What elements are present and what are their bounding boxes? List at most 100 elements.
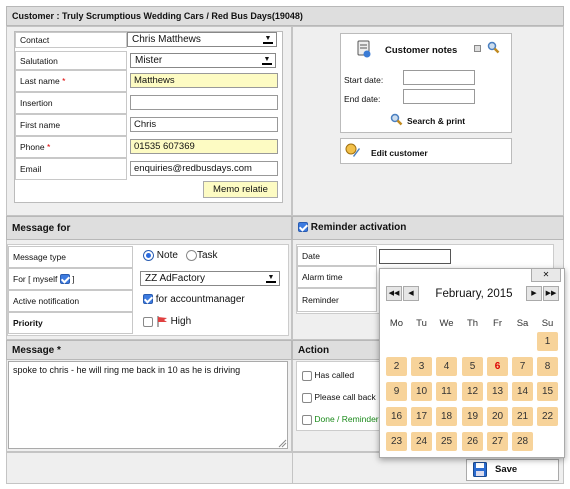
lastname-field[interactable]: Matthews [130,73,278,88]
weekday-th: Th [466,318,479,329]
calendar-day[interactable]: 28 [512,432,533,451]
action-please-call-back[interactable]: Please call back [302,392,376,403]
weekday-fr: Fr [493,318,502,329]
note-radio[interactable]: Note [143,250,178,261]
calendar-day[interactable]: 2 [386,357,407,376]
weekday-sa: Sa [516,318,529,329]
edit-customer-label: Edit customer [371,148,428,158]
insertion-field[interactable] [130,95,278,110]
notes-toggle-icon[interactable] [474,45,481,52]
search-print-button[interactable]: Search & print [407,116,465,126]
type-label-cell: Message type [8,246,133,268]
calendar-day[interactable]: 8 [537,357,558,376]
calendar-day[interactable]: 22 [537,407,558,426]
calendar-day[interactable]: 26 [462,432,483,451]
checkbox-unchecked-icon [302,392,312,403]
calendar-day[interactable]: 16 [386,407,407,426]
reminder-activation-checkbox[interactable] [298,222,308,233]
email-field[interactable]: enquiries@redbusdays.com [130,161,278,176]
edit-pencil-icon [345,143,361,161]
calendar-day[interactable]: 1 [537,332,558,351]
reminder-date-label: Date [302,251,320,261]
calendar-day[interactable]: 5 [462,357,483,376]
active-label-cell: Active notification [8,290,133,312]
calendar-day[interactable]: 12 [462,382,483,401]
reminder-label: Reminder [302,295,339,305]
salutation-label: Salutation [20,55,58,66]
calendar-day[interactable]: 18 [436,407,457,426]
contact-select[interactable]: Chris Matthews ▼ [127,32,277,47]
calendar-day[interactable]: 3 [411,357,432,376]
start-date-field[interactable] [403,70,475,85]
radio-unchecked-icon [186,250,197,261]
calendar-day[interactable]: 23 [386,432,407,451]
for-user-select[interactable]: ZZ AdFactory ▼ [140,271,280,286]
date-label-cell: Date [297,246,377,266]
action-has-called[interactable]: Has called [302,370,354,381]
reminder-date-field[interactable] [379,249,451,264]
date-picker-popup: ✕ ◀◀ ◀ February, 2015 ▶ ▶▶ Mo Tu We Th Fr Sa S… [379,268,565,458]
phone-label: Phone * [20,142,51,152]
lastname-label-cell: Last name * [15,70,127,92]
search-icon[interactable] [487,41,500,56]
close-icon[interactable]: ✕ [531,269,561,282]
action-done-reminder[interactable]: Done / Reminder [302,414,380,425]
accountmanager-checkbox[interactable]: for accountmanager [143,294,245,305]
contact-select-value: Chris Matthews [132,34,201,45]
calendar-day[interactable]: 9 [386,382,407,401]
phone-field[interactable]: 01535 607369 [130,139,278,154]
end-date-field[interactable] [403,89,475,104]
prev-year-icon[interactable]: ◀◀ [386,286,402,301]
flag-icon [156,316,168,327]
customer-notes-label: Customer notes [385,45,458,56]
calendar-day[interactable]: 14 [512,382,533,401]
checkbox-checked-icon [143,294,153,305]
message-textarea[interactable]: spoke to chris - he will ring me back in… [8,361,288,449]
calendar-day[interactable]: 11 [436,382,457,401]
lastname-label: Last name * [20,76,66,86]
calendar-day[interactable]: 24 [411,432,432,451]
calendar-day[interactable]: 7 [512,357,533,376]
message-header: Message * [6,340,292,360]
task-radio[interactable]: Task [186,250,218,261]
salutation-select-value: Mister [135,55,163,66]
next-month-icon[interactable]: ▶ [526,286,542,301]
chevron-down-icon: ▼ [266,274,276,283]
calendar-day[interactable]: 17 [411,407,432,426]
firstname-label: First name [20,120,61,130]
calendar-day[interactable]: 6 [487,357,508,376]
for-user-value: ZZ AdFactory [145,273,206,284]
calendar-day[interactable]: 21 [512,407,533,426]
weekday-tu: Tu [416,318,427,329]
for-myself-checkbox[interactable] [59,274,70,285]
calendar-day[interactable]: 15 [537,382,558,401]
next-year-icon[interactable]: ▶▶ [543,286,559,301]
calendar-day[interactable]: 4 [436,357,457,376]
calendar-day[interactable]: 27 [487,432,508,451]
contact-label-cell: Contact [15,32,127,48]
calendar-day[interactable]: 19 [462,407,483,426]
chevron-down-icon: ▼ [262,56,272,65]
resize-handle-icon[interactable] [278,439,287,448]
footer-divider [292,452,293,484]
priority-high-checkbox[interactable]: High [143,316,191,327]
for-myself-label: For [ myself ] [13,273,75,285]
calendar-day[interactable]: 25 [436,432,457,451]
reminder-label-cell: Reminder [297,288,377,312]
page: Customer : Truly Scrumptious Wedding Car… [0,0,570,489]
alarm-label-cell: Alarm time [297,266,377,288]
active-notification-label: Active notification [13,296,80,306]
notes-icon [356,40,372,58]
for-label-cell: For [ myself ] [8,268,133,290]
alarm-time-label: Alarm time [302,272,343,282]
calendar-month-title: February, 2015 [435,288,513,300]
calendar-day[interactable]: 10 [411,382,432,401]
calendar-day[interactable]: 13 [487,382,508,401]
salutation-select[interactable]: Mister ▼ [130,53,276,68]
firstname-field[interactable]: Chris [130,117,278,132]
memo-relatie-button[interactable]: Memo relatie [203,181,278,198]
calendar-day[interactable]: 20 [487,407,508,426]
weekday-su: Su [541,318,554,329]
prev-month-icon[interactable]: ◀ [403,286,419,301]
firstname-label-cell: First name [15,114,127,136]
